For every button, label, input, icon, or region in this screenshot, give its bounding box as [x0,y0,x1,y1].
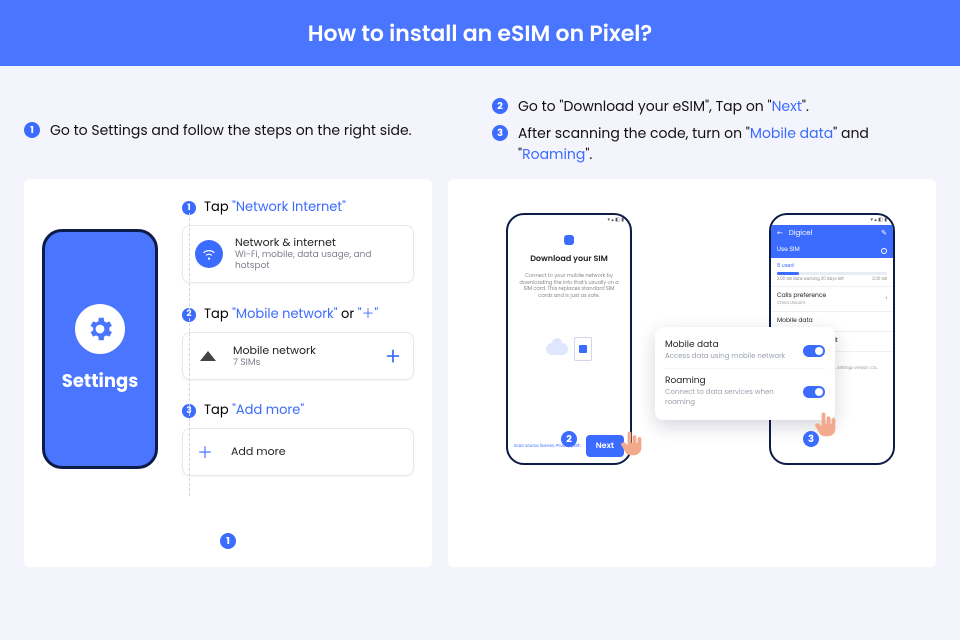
card-title: Network & internet [235,236,401,250]
wifi-icon [195,240,223,268]
back-icon[interactable]: ← [777,229,783,239]
panel-number: 3 [803,431,819,447]
carrier-header: ← Digicel ✎ [771,225,893,243]
status-bar: ▾ ▴ ◧ ▮ [771,215,893,225]
intro-bullet-1: 1 Go to Settings and follow the steps on… [24,120,412,141]
pop-mobile-data[interactable]: Mobile dataAccess data using mobile netw… [665,335,825,366]
cloud-icon [546,343,568,355]
sim-doc-icon [574,337,592,361]
panel-settings-steps: Settings 1 Tap "Network Internet" Networ… [24,179,432,567]
toggle-on-icon[interactable] [803,386,825,398]
step-connector [189,213,190,496]
chevron-right-icon: › [885,295,887,304]
mini-phone-download: ▾ ▴ ◧ ▮ Download your SIM Connect to you… [489,197,649,465]
edit-icon[interactable]: ✎ [881,229,887,239]
card-title: Add more [231,445,286,459]
page-title: How to install an eSIM on Pixel? [308,17,653,50]
mini-screen: ▾ ▴ ◧ ▮ Download your SIM Connect to you… [506,213,632,465]
phone-label: Settings [62,368,138,395]
intro-right: 2 Go to "Download your eSIM", Tap on "Ne… [492,90,936,171]
use-sim-row[interactable]: Use SIM [771,243,893,258]
gear-icon [75,304,125,354]
bullet-number: 2 [492,98,508,114]
card-subtitle: Wi-Fi, mobile, data usage, and hotspot [235,250,401,273]
plus-icon[interactable]: ＋ [385,343,401,369]
opt-calls-pref[interactable]: Calls preferenceChina Unicom› [771,286,893,311]
status-bar: ▾ ▴ ◧ ▮ [508,215,630,225]
intro-left: 1 Go to Settings and follow the steps on… [24,90,468,171]
next-button[interactable]: Next [586,435,624,457]
hero-banner: How to install an eSIM on Pixel? [0,0,960,66]
carrier-name: Digicel [789,229,812,239]
signal-icon [200,351,216,361]
intro-bullet-2: 2 Go to "Download your eSIM", Tap on "Ne… [492,96,936,117]
toggle-on-icon [881,248,887,254]
bullet-number: 1 [24,122,40,138]
intro-text: Go to Settings and follow the steps on t… [50,120,412,141]
download-desc: Connect to your mobile network by downlo… [516,273,622,299]
panels-row: Settings 1 Tap "Network Internet" Networ… [0,179,960,591]
highlight-roaming: Roaming [522,144,585,164]
phone-mock-settings: Settings [42,229,158,469]
bullet-number: 3 [492,125,508,141]
pop-roaming[interactable]: RoamingConnect to data services when roa… [665,368,825,412]
panel-number: 1 [220,533,236,549]
step-2: 2 Tap "Mobile network" or "＋" [182,303,414,324]
card-network-internet[interactable]: Network & internet Wi-Fi, mobile, data u… [182,225,414,283]
card-subtitle: 7 SIMs [233,358,316,369]
intro-text: Go to "Download your eSIM", Tap on "Next… [518,96,809,117]
mini-phone-carrier: ▾ ▴ ◧ ▮ ← Digicel ✎ Use SIM 8 used 2.00 … [695,197,895,465]
popup-toggles: Mobile dataAccess data using mobile netw… [655,327,835,420]
lock-icon [564,235,574,245]
card-mobile-network[interactable]: Mobile network 7 SIMs ＋ [182,332,414,380]
step-1: 1 Tap "Network Internet" [182,197,414,217]
download-title: Download your SIM [530,253,608,265]
steps-column: 1 Tap "Network Internet" Network & inter… [182,197,414,496]
data-gauge: 8 used 2.00 GB data warning 30 days left… [771,258,893,286]
step-3: 3 Tap "Add more" [182,400,414,420]
download-illustration [546,337,592,361]
intro-row: 1 Go to Settings and follow the steps on… [0,66,960,179]
highlight-mobile-data: Mobile data [750,123,833,143]
toggle-on-icon[interactable] [803,345,825,357]
panel-number: 2 [561,431,577,447]
intro-bullet-3: 3 After scanning the code, turn on "Mobi… [492,123,936,165]
plus-icon: ＋ [197,439,213,465]
intro-text: After scanning the code, turn on "Mobile… [518,123,936,165]
card-title: Mobile network [233,344,316,358]
card-add-more[interactable]: ＋ Add more [182,428,414,476]
panel-download-roaming: ▾ ▴ ◧ ▮ Download your SIM Connect to you… [448,179,936,567]
highlight-next: Next [772,96,802,116]
